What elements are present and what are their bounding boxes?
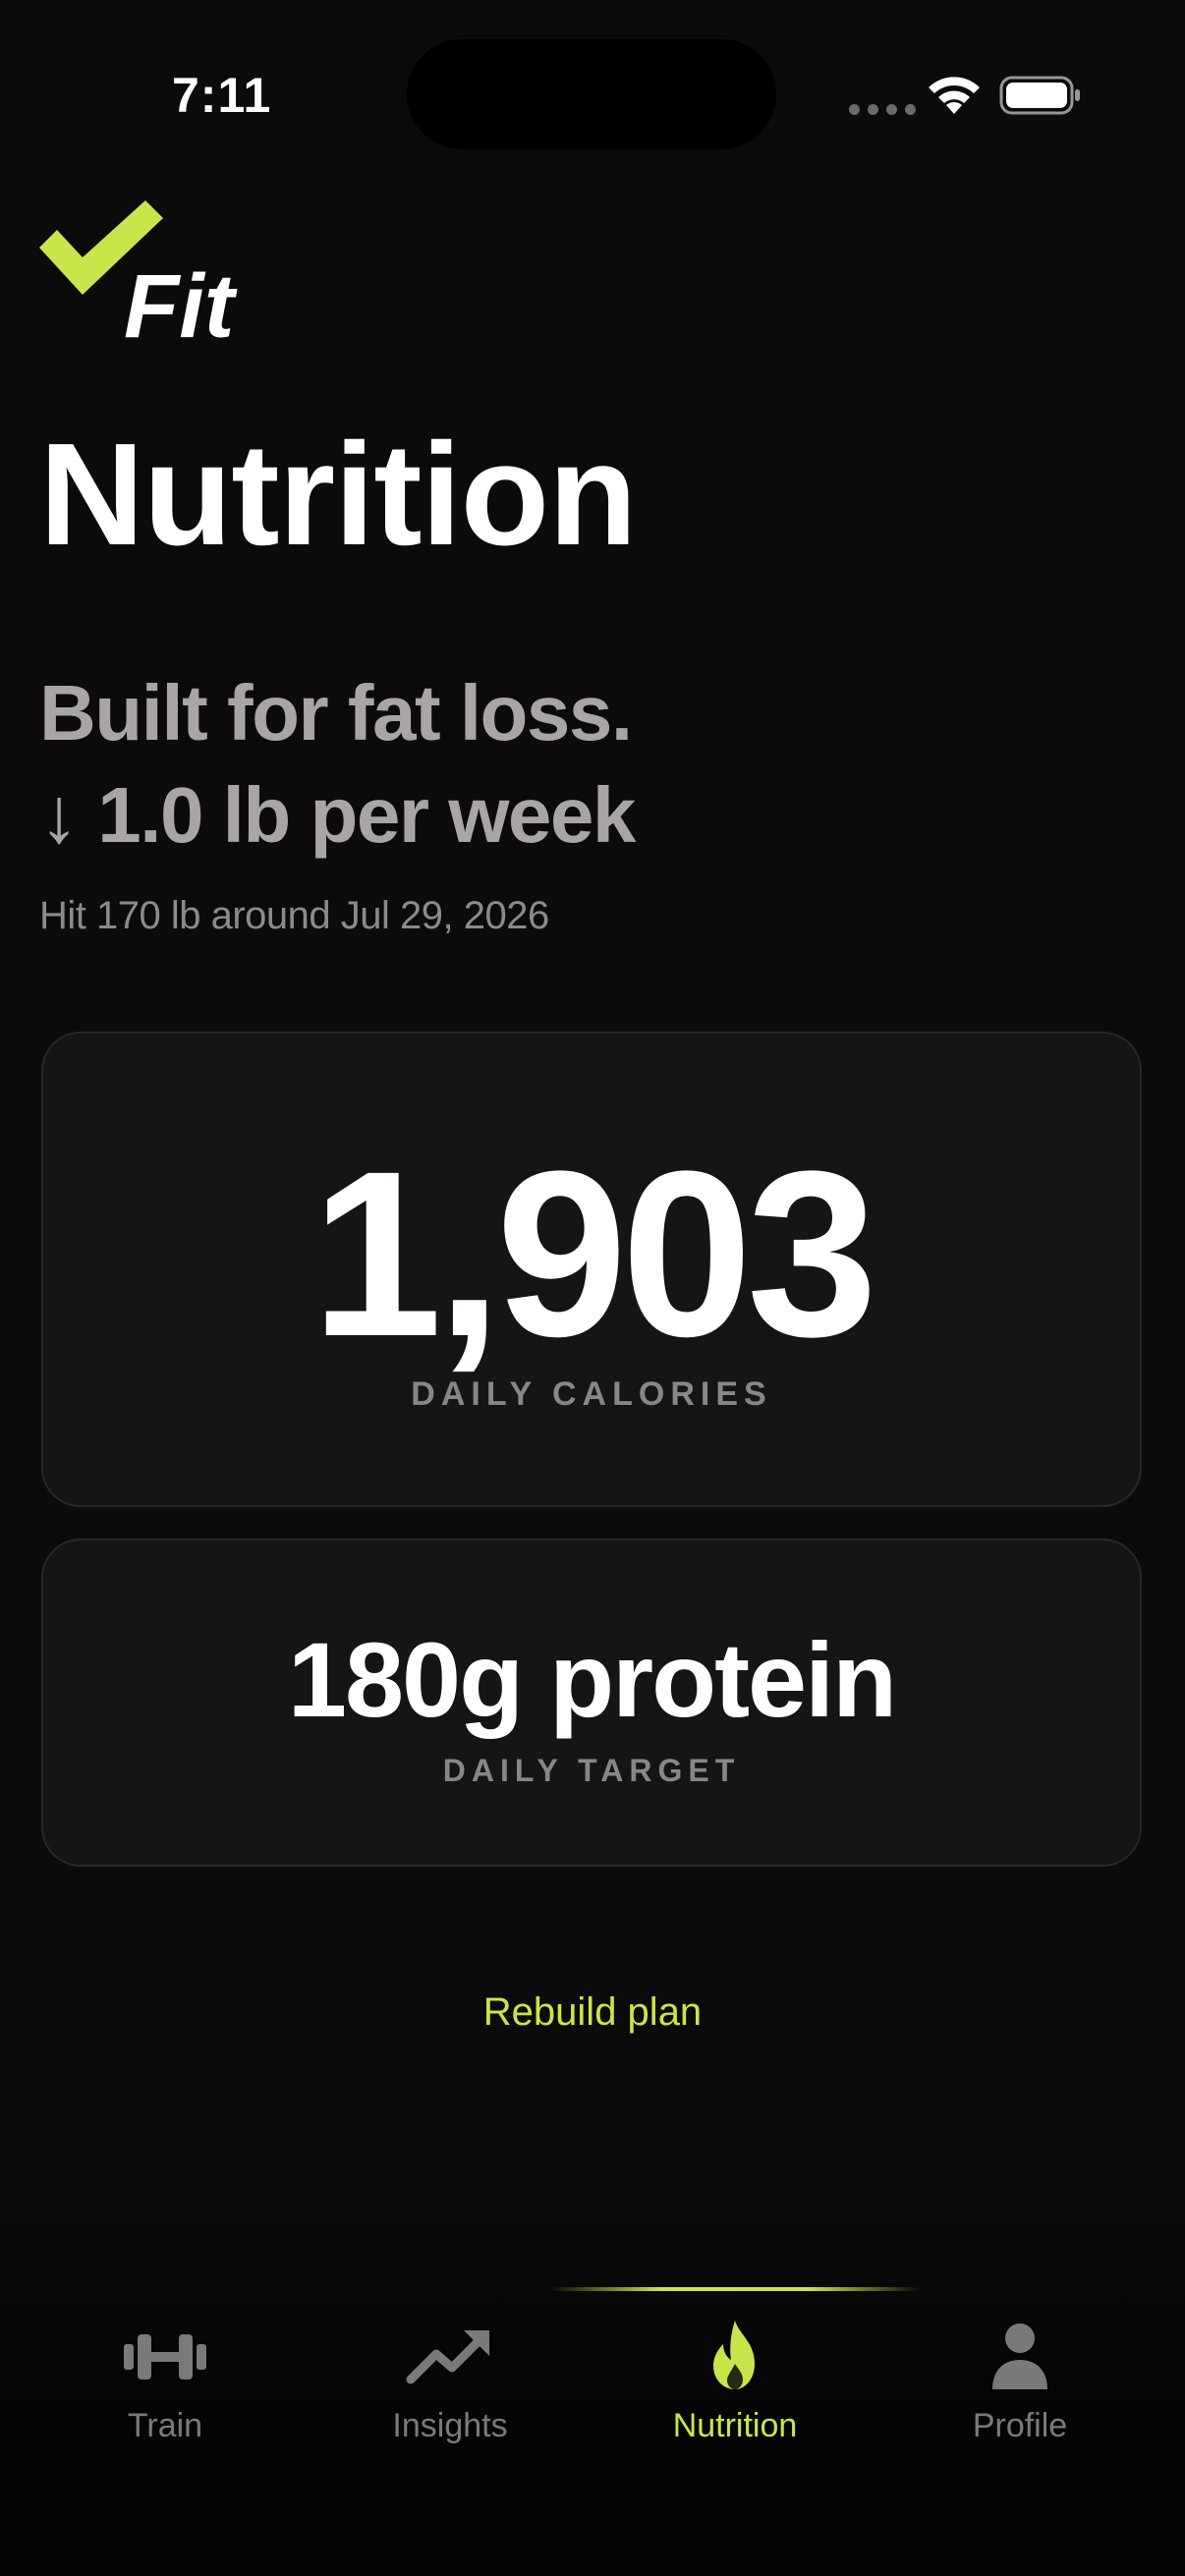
cellular-signal-icon bbox=[849, 104, 916, 115]
logo-text: Fit bbox=[124, 256, 235, 357]
protein-target-value: 180g protein bbox=[287, 1620, 897, 1739]
tab-train[interactable]: Train bbox=[23, 2319, 308, 2466]
flame-icon bbox=[713, 2321, 755, 2389]
weekly-rate: ↓ 1.0 lb per week bbox=[39, 771, 636, 859]
daily-calories-label: DAILY CALORIES bbox=[411, 1375, 772, 1413]
tab-insights-label: Insights bbox=[392, 2407, 508, 2444]
tab-nutrition[interactable]: Nutrition bbox=[592, 2319, 877, 2466]
status-time: 7:11 bbox=[172, 68, 272, 123]
protein-card: 180g protein DAILY TARGET bbox=[41, 1539, 1142, 1867]
nutrition-screen: 7:11 Fit Nutrition Built for fat loss. ↓… bbox=[0, 0, 1185, 2576]
calories-card: 1,903 DAILY CALORIES bbox=[41, 1032, 1142, 1507]
tab-train-label: Train bbox=[127, 2407, 203, 2444]
person-icon bbox=[992, 2324, 1047, 2389]
goal-headline: Built for fat loss. bbox=[39, 669, 633, 756]
tab-nutrition-label: Nutrition bbox=[672, 2407, 798, 2444]
dumbbell-icon bbox=[124, 2334, 206, 2380]
tab-profile-label: Profile bbox=[972, 2407, 1068, 2444]
page-title: Nutrition bbox=[39, 414, 637, 576]
tab-profile[interactable]: Profile bbox=[877, 2319, 1162, 2466]
wifi-icon bbox=[929, 77, 980, 114]
tab-insights[interactable]: Insights bbox=[308, 2319, 592, 2466]
battery-icon bbox=[999, 76, 1080, 115]
daily-calories-value: 1,903 bbox=[310, 1122, 878, 1385]
app-logo: Fit bbox=[39, 200, 255, 358]
trending-up-icon bbox=[406, 2330, 489, 2384]
active-tab-indicator bbox=[550, 2287, 920, 2291]
protein-target-label: DAILY TARGET bbox=[442, 1753, 741, 1788]
rebuild-plan-button[interactable]: Rebuild plan bbox=[396, 1981, 789, 2044]
goal-target-date: Hit 170 lb around Jul 29, 2026 bbox=[39, 894, 549, 937]
dynamic-island bbox=[407, 39, 776, 149]
